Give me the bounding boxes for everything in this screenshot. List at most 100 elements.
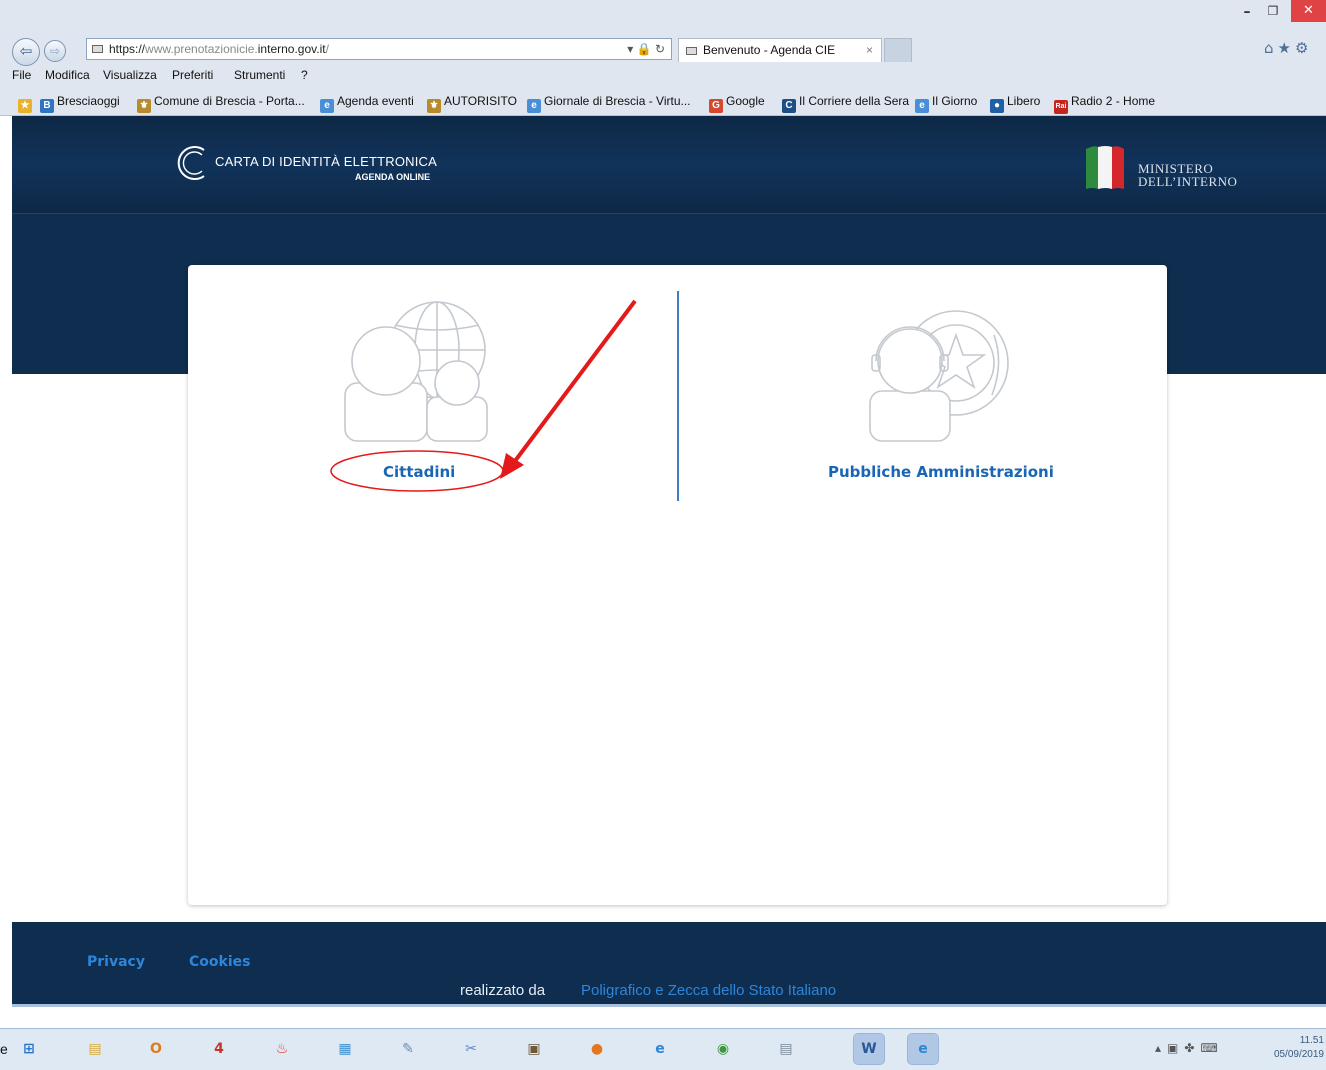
favorite-label: Libero (1007, 94, 1041, 108)
burn-app-icon[interactable]: ♨ (267, 1034, 297, 1064)
clover-icon[interactable]: ✤ (1184, 1041, 1200, 1055)
new-tab-button[interactable] (884, 38, 912, 62)
ministry-name: MINISTERO DELL’INTERNO (1138, 162, 1237, 188)
site-header: CARTA DI IDENTITÀ ELETTRONICA AGENDA ONL… (12, 116, 1326, 213)
restore-icon[interactable]: ❐ (1262, 4, 1284, 22)
firefox-icon[interactable]: ● (582, 1034, 612, 1064)
menu-file[interactable]: File (12, 68, 31, 82)
favorite-label: Il Giorno (932, 94, 978, 108)
favorite-label: Giornale di Brescia - Virtu... (544, 94, 691, 108)
favorites-bar: ★ B Bresciaoggi ⚜ Comune di Brescia - Port… (0, 92, 1326, 114)
back-button[interactable]: ⇦ (12, 38, 40, 66)
privacy-link[interactable]: Privacy (87, 954, 145, 970)
annotation-arrow (510, 299, 637, 467)
site-subtitle: AGENDA ONLINE (355, 172, 431, 182)
favorite-item[interactable]: G Google (709, 94, 765, 113)
site-title: CARTA DI IDENTITÀ ELETTRONICA (215, 154, 438, 169)
url-host-muted: www.prenotazionicie. (145, 42, 258, 56)
calculator-icon[interactable]: ▤ (771, 1034, 801, 1064)
favorite-item[interactable]: e Il Giorno (915, 94, 977, 113)
url-path: / (325, 42, 329, 56)
4id-app-icon[interactable]: 4 (204, 1034, 234, 1064)
internet-explorer-icon[interactable]: e (645, 1034, 675, 1064)
network-icon[interactable]: ▣ (1167, 1041, 1184, 1055)
clock-date: 05/09/2019 (1273, 1049, 1324, 1060)
url-scheme: https:// (109, 42, 146, 56)
refresh-icon[interactable]: ↻ (655, 42, 665, 56)
chevron-up-icon[interactable]: ▴ (1155, 1041, 1167, 1055)
page-icon (92, 45, 103, 53)
favorite-label: Bresciaoggi (57, 94, 120, 108)
web-page: CARTA DI IDENTITÀ ELETTRONICA AGENDA ONL… (0, 116, 1326, 1028)
internet-explorer-active-icon[interactable]: e (907, 1033, 939, 1065)
favorite-item[interactable]: B Bresciaoggi (40, 94, 120, 113)
word-icon[interactable]: W (853, 1033, 885, 1065)
menu-modifica[interactable]: Modifica (45, 68, 90, 82)
site-footer: Privacy Cookies realizzato da Poligrafic… (12, 922, 1326, 1007)
menu-preferiti[interactable]: Preferiti (172, 68, 213, 82)
public-administrations-link[interactable]: Pubbliche Amministrazioni (828, 463, 1054, 481)
forward-button[interactable]: ⇨ (44, 40, 66, 62)
close-tab-icon[interactable]: × (866, 39, 873, 61)
favorite-label: Comune di Brescia - Porta... (154, 94, 305, 108)
minimize-icon[interactable]: – (1236, 4, 1258, 22)
media-app-icon[interactable]: ▣ (519, 1034, 549, 1064)
menu-strumenti[interactable]: Strumenti (234, 68, 285, 82)
favicon-icon: e (320, 99, 334, 113)
lock-icon[interactable]: 🔒 (637, 42, 652, 56)
italian-flag-icon (1086, 146, 1124, 189)
favorite-item[interactable]: Rai Radio 2 - Home (1054, 94, 1155, 114)
address-tools: ▾ 🔒 ↻ (627, 39, 665, 59)
home-icon[interactable]: ⌂ (1264, 39, 1278, 57)
favicon-icon: e (915, 99, 929, 113)
favorites-star-icon[interactable]: ★ (18, 94, 35, 113)
menu-help[interactable]: ? (301, 68, 308, 82)
favicon-icon: Rai (1054, 100, 1068, 114)
favorite-item[interactable]: e Agenda eventi (320, 94, 414, 113)
url-host-main: interno.gov.it (257, 42, 326, 56)
taskbar: e ⊞ ▤ O 4 ♨ ▦ ✎ ✂ ▣ ● e ◉ ▤ We ▴▣✤⌨ 11.51 05/09/2019 (0, 1028, 1326, 1070)
cookies-link[interactable]: Cookies (189, 954, 250, 970)
outlook-icon[interactable]: O (141, 1034, 171, 1064)
menu-bar: File Modifica Visualizza Preferiti Strum… (0, 66, 1326, 86)
favorite-item[interactable]: C Il Corriere della Sera (782, 94, 909, 113)
favorite-item[interactable]: ● Libero (990, 94, 1040, 113)
file-explorer-icon[interactable]: ▤ (80, 1034, 110, 1064)
favicon-icon: C (782, 99, 796, 113)
favorite-label: Google (726, 94, 765, 108)
control-panel-icon[interactable]: ▦ (330, 1034, 360, 1064)
dropdown-icon[interactable]: ▾ (627, 42, 633, 56)
citizens-icon[interactable] (340, 297, 490, 445)
citizens-link[interactable]: Cittadini (383, 463, 455, 481)
favorite-item[interactable]: e Giornale di Brescia - Virtu... (527, 94, 691, 113)
page-icon (686, 47, 697, 55)
favicon-icon: ⚜ (427, 99, 441, 113)
snipping-tool-icon[interactable]: ✂ (456, 1034, 486, 1064)
choice-card: Cittadini Pubbliche Amministrazioni (188, 265, 1167, 905)
gear-icon[interactable]: ⚙ (1295, 39, 1312, 57)
public-administrations-icon[interactable] (858, 295, 1018, 445)
close-window-icon[interactable]: ✕ (1291, 0, 1326, 22)
favicon-icon: G (709, 99, 723, 113)
favorite-label: AUTORISITO (444, 94, 517, 108)
stray-character: e (0, 1041, 8, 1057)
browser-chrome: ⇦ ⇨ https://www.prenotazionicie.interno.… (0, 0, 1326, 116)
arrow-head-icon (500, 453, 524, 479)
poligrafico-link[interactable]: Poligrafico e Zecca dello Stato Italiano (581, 982, 836, 999)
chrome-icon[interactable]: ◉ (708, 1034, 738, 1064)
arrow-right-icon: ⇨ (49, 44, 61, 58)
keyboard-icon[interactable]: ⌨ (1200, 1041, 1223, 1055)
paint-icon[interactable]: ✎ (393, 1034, 423, 1064)
menu-visualizza[interactable]: Visualizza (103, 68, 157, 82)
address-bar[interactable]: https://www.prenotazionicie.interno.gov.… (86, 38, 672, 60)
tab-benvenuto[interactable]: Benvenuto - Agenda CIE × (678, 38, 882, 62)
favicon-icon: B (40, 99, 54, 113)
favorite-item[interactable]: ⚜ AUTORISITO (427, 94, 517, 113)
star-icon[interactable]: ★ (1278, 39, 1295, 57)
clock[interactable]: 11.51 05/09/2019 (1262, 1034, 1324, 1062)
start-icon[interactable]: ⊞ (14, 1034, 44, 1064)
card-divider (677, 291, 679, 501)
favorite-item[interactable]: ⚜ Comune di Brescia - Porta... (137, 94, 305, 113)
favorite-label: Agenda eventi (337, 94, 414, 108)
system-tray: ▴▣✤⌨ (1155, 1041, 1224, 1055)
